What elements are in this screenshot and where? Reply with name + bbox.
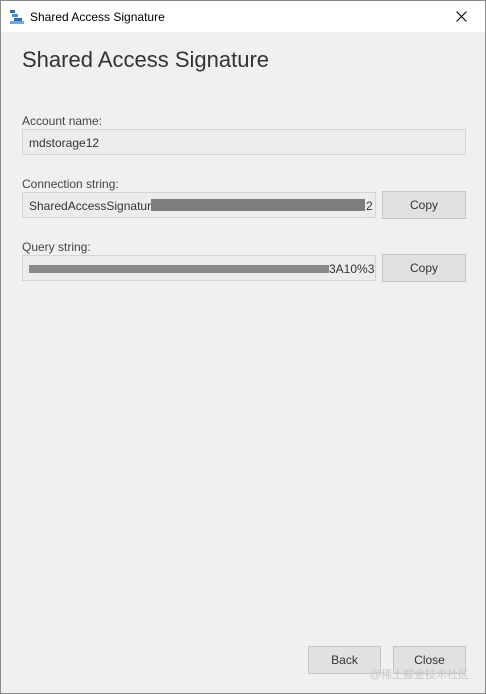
page-title: Shared Access Signature [22,47,270,72]
account-name-field[interactable]: mdstorage12 [22,129,466,155]
copy-query-string-button[interactable]: Copy [382,254,466,282]
query-string-field[interactable]: 3A10%3 [22,255,376,281]
connection-string-value-end: 2 [366,199,373,213]
storage-explorer-icon [10,10,24,24]
connection-string-label: Connection string: [22,177,119,191]
account-name-label: Account name: [22,114,103,128]
title-bar: Shared Access Signature [1,1,485,32]
connection-string-field[interactable]: SharedAccessSignature 2 [22,192,376,218]
query-string-value-end: 3A10%3 [329,262,375,276]
redaction-bar [29,265,329,273]
window-title: Shared Access Signature [30,10,165,24]
query-string-label: Query string: [22,240,91,254]
close-icon[interactable] [439,1,485,32]
dialog-window: Shared Access Signature Shared Access Si… [0,0,486,694]
watermark: @稀土掘金技术社区 [369,669,469,681]
redaction-bar [151,199,365,211]
account-name-value: mdstorage12 [29,136,100,150]
copy-connection-string-button[interactable]: Copy [382,191,466,219]
connection-string-value-start: SharedAccessSignature [29,199,158,213]
